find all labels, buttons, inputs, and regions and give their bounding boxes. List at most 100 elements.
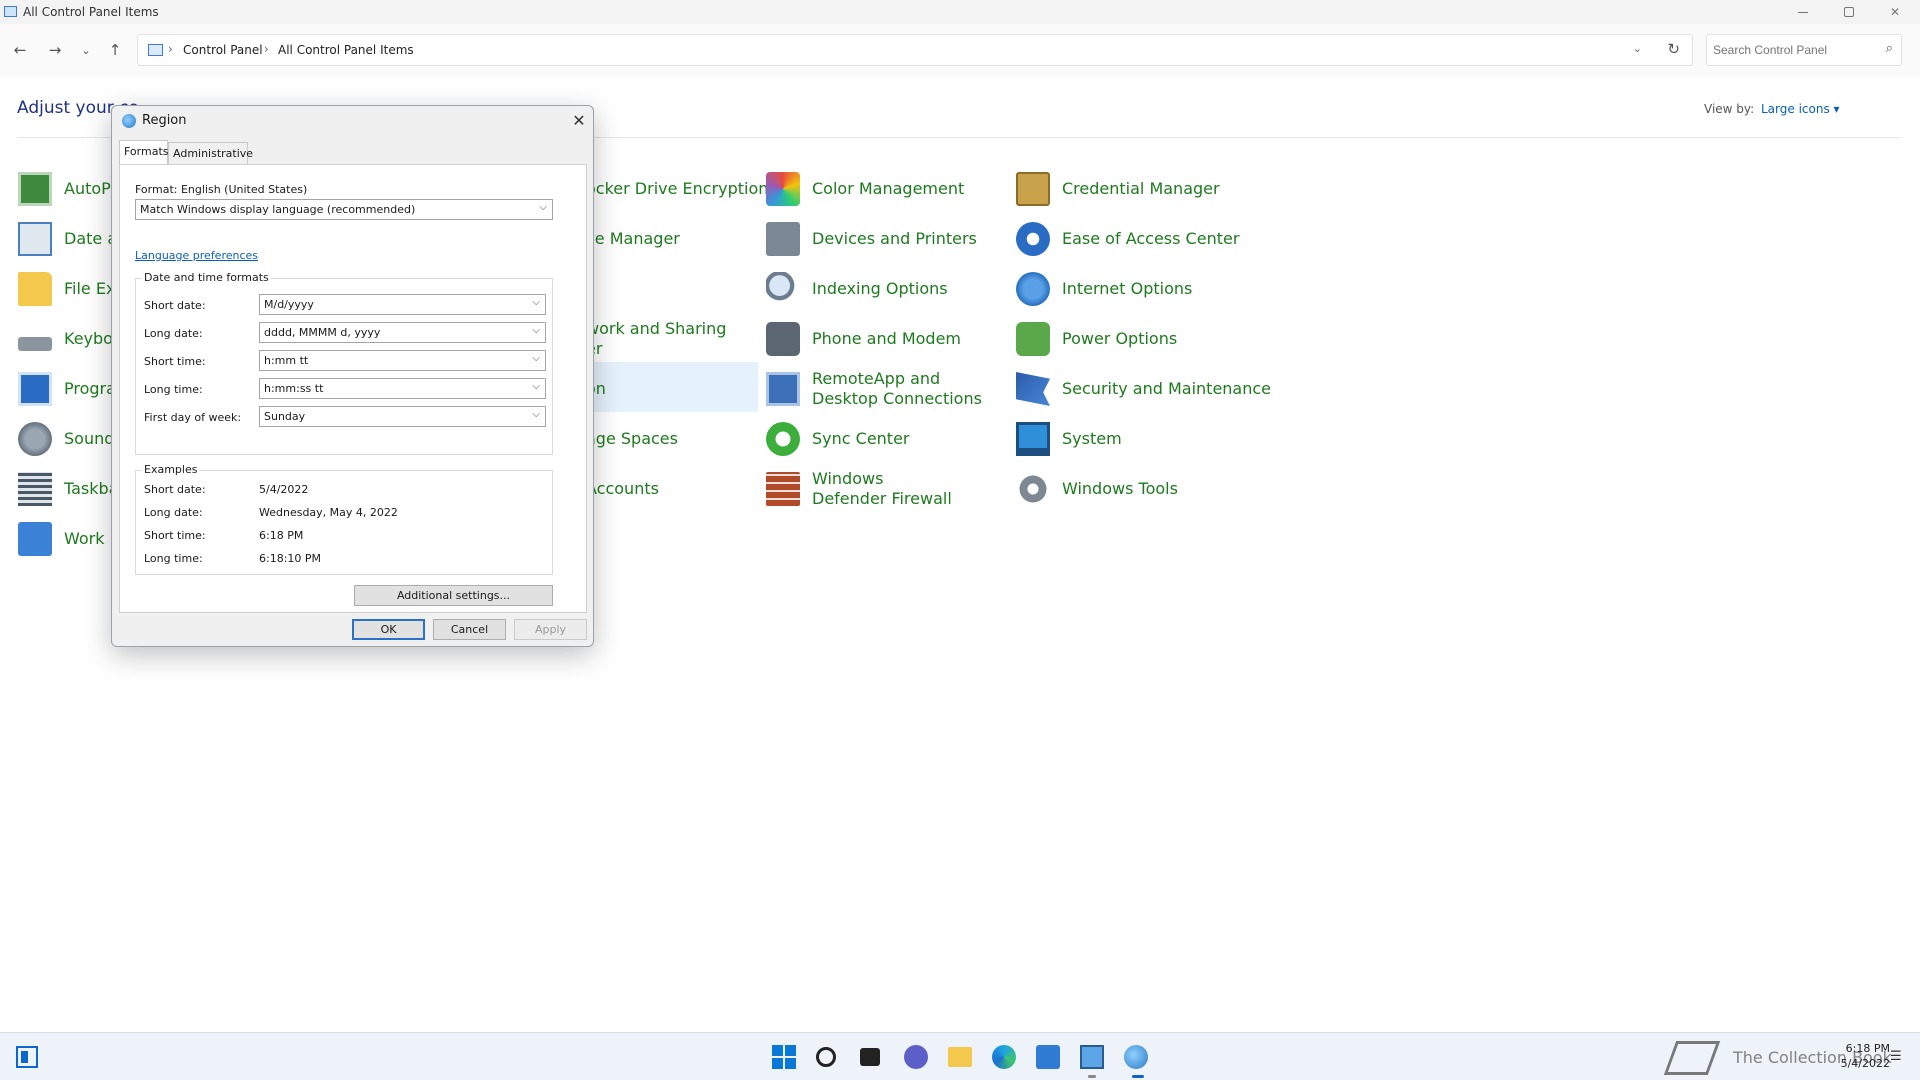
item-remoteapp[interactable]: RemoteApp and Desktop Connections — [766, 365, 992, 413]
color-management-icon — [766, 172, 800, 206]
navigation-bar: ← → ⌄ ↑ › Control Panel › All Control Pa… — [0, 24, 1920, 76]
item-file-explorer[interactable]: File Exp — [18, 265, 126, 313]
example-short-time-label: Short time: — [144, 529, 206, 542]
forward-button[interactable]: → — [43, 38, 67, 62]
maximize-icon — [1844, 7, 1854, 17]
item-power-options[interactable]: Power Options — [1016, 315, 1177, 363]
address-dropdown-icon[interactable]: ⌄ — [1633, 42, 1642, 55]
item-user-accounts[interactable]: Accounts — [586, 465, 659, 513]
running-indicator — [1088, 1075, 1096, 1078]
control-panel-icon — [148, 44, 163, 56]
indexing-icon — [766, 272, 800, 306]
item-indexing-options[interactable]: Indexing Options — [766, 265, 948, 313]
item-firewall[interactable]: Windows Defender Firewall — [766, 465, 962, 513]
chevron-down-icon: ⌵ — [532, 409, 540, 420]
ok-button[interactable]: OK — [352, 619, 425, 640]
up-button[interactable]: ↑ — [103, 38, 127, 62]
item-programs[interactable]: Prograi — [18, 365, 120, 413]
long-date-select[interactable]: dddd, MMMM d, yyyy ⌵ — [259, 322, 546, 343]
item-bitlocker[interactable]: ocker Drive Encryption — [586, 165, 768, 213]
book-watermark-icon — [1663, 1041, 1721, 1075]
flag-icon — [1016, 372, 1050, 406]
item-color-management[interactable]: Color Management — [766, 165, 964, 213]
search-icon[interactable] — [816, 1047, 836, 1067]
store-icon[interactable] — [1036, 1045, 1060, 1069]
apply-button[interactable]: Apply — [514, 619, 587, 640]
short-time-select[interactable]: h:mm tt ⌵ — [259, 350, 546, 371]
short-date-select[interactable]: M/d/yyyy ⌵ — [259, 294, 546, 315]
breadcrumb-separator-icon: › — [168, 42, 173, 56]
close-window-button[interactable]: ✕ — [1872, 0, 1918, 24]
search-box[interactable]: ⌕ — [1706, 34, 1902, 66]
long-time-select[interactable]: h:mm:ss tt ⌵ — [259, 378, 546, 399]
globe-icon — [122, 114, 136, 128]
tab-administrative[interactable]: Administrative — [168, 142, 253, 164]
item-credential-manager[interactable]: Credential Manager — [1016, 165, 1220, 213]
address-bar[interactable]: › Control Panel › All Control Panel Item… — [137, 34, 1693, 66]
item-devices-printers[interactable]: Devices and Printers — [766, 215, 977, 263]
item-taskbar[interactable]: Taskbar — [18, 465, 125, 513]
example-long-time-label: Long time: — [144, 552, 203, 565]
notification-icon[interactable]: ☰ — [1890, 1049, 1902, 1064]
item-work-folders[interactable]: Work F — [18, 515, 119, 563]
format-select[interactable]: Match Windows display language (recommen… — [135, 199, 553, 220]
file-explorer-icon[interactable] — [948, 1047, 972, 1067]
maximize-button[interactable] — [1826, 0, 1872, 24]
group-title: Date and time formats — [142, 271, 271, 284]
chevron-down-icon: ⌵ — [532, 353, 540, 364]
breadcrumb-separator-icon: › — [264, 42, 269, 56]
item-security-maintenance[interactable]: Security and Maintenance — [1016, 365, 1271, 413]
minimize-button[interactable] — [1780, 0, 1826, 24]
recent-locations-button[interactable]: ⌄ — [74, 38, 98, 62]
item-internet-options[interactable]: Internet Options — [1016, 265, 1192, 313]
widgets-icon[interactable] — [16, 1046, 38, 1068]
start-icon[interactable] — [772, 1045, 796, 1069]
item-network-sharing[interactable]: work and Sharing er — [586, 315, 726, 363]
date-time-formats-group: Date and time formats Short date: M/d/yy… — [135, 271, 553, 455]
item-autoplay[interactable]: AutoPla — [18, 165, 125, 213]
item-sync-center[interactable]: Sync Center — [766, 415, 910, 463]
long-time-label: Long time: — [144, 383, 203, 396]
dialog-close-button[interactable]: ✕ — [568, 110, 590, 132]
system-icon — [1016, 422, 1050, 456]
view-by-dropdown[interactable]: Large icons ▾ — [1761, 102, 1840, 116]
item-sound[interactable]: Sound — [18, 415, 114, 463]
clock-date[interactable]: 5/4/2022 — [1810, 1057, 1890, 1070]
item-date-time[interactable]: Date ar — [18, 215, 124, 263]
search-icon[interactable]: ⌕ — [1886, 41, 1893, 56]
tab-formats[interactable]: Formats — [119, 140, 169, 164]
chat-icon[interactable] — [904, 1045, 928, 1069]
item-keyboard[interactable]: Keyboa — [18, 315, 123, 363]
breadcrumb-all-items[interactable]: All Control Panel Items — [278, 43, 414, 57]
item-system[interactable]: System — [1016, 415, 1122, 463]
edge-icon[interactable] — [992, 1045, 1016, 1069]
item-ease-of-access[interactable]: Ease of Access Center — [1016, 215, 1239, 263]
cancel-button[interactable]: Cancel — [433, 619, 506, 640]
control-panel-icon[interactable] — [1080, 1045, 1104, 1069]
item-windows-tools[interactable]: Windows Tools — [1016, 465, 1178, 513]
first-day-select[interactable]: Sunday ⌵ — [259, 406, 546, 427]
language-preferences-link[interactable]: Language preferences — [135, 249, 258, 262]
breadcrumb-control-panel[interactable]: Control Panel — [183, 43, 263, 57]
example-short-date-label: Short date: — [144, 483, 206, 496]
title-bar: All Control Panel Items ✕ — [0, 0, 1920, 24]
minimize-icon — [1798, 11, 1808, 13]
arrow-up-icon: ↑ — [108, 41, 122, 59]
additional-settings-button[interactable]: Additional settings... — [354, 585, 553, 606]
chevron-down-icon: ⌵ — [532, 325, 540, 336]
task-view-icon[interactable] — [860, 1048, 880, 1066]
region-icon[interactable] — [1124, 1045, 1148, 1069]
formats-panel: Format: English (United States) Match Wi… — [119, 164, 587, 613]
back-button[interactable]: ← — [8, 38, 32, 62]
region-dialog: Region ✕ Formats Administrative Format: … — [111, 105, 594, 647]
control-panel-icon — [4, 6, 17, 17]
item-device-manager[interactable]: ce Manager — [586, 215, 680, 263]
close-icon: ✕ — [572, 111, 586, 130]
refresh-icon[interactable]: ↻ — [1667, 40, 1680, 58]
phone-icon — [766, 322, 800, 356]
item-phone-modem[interactable]: Phone and Modem — [766, 315, 961, 363]
item-storage-spaces[interactable]: age Spaces — [586, 415, 678, 463]
example-short-time-value: 6:18 PM — [259, 529, 304, 542]
search-input[interactable] — [1713, 41, 1873, 59]
clock-time[interactable]: 6:18 PM — [1830, 1042, 1890, 1055]
